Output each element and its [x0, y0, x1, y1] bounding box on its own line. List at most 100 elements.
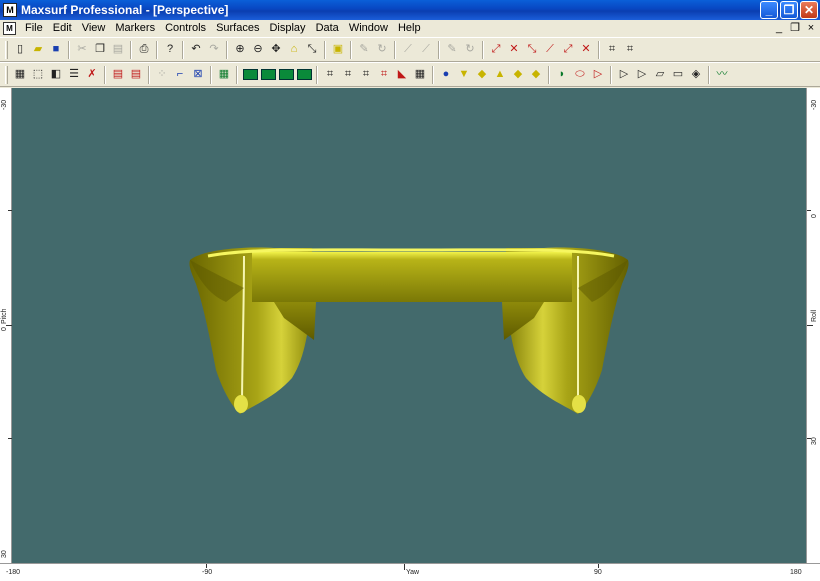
control-point-icon[interactable]: ⤡: [523, 41, 541, 59]
shape4-icon[interactable]: ▭: [669, 66, 687, 84]
light5-icon[interactable]: ◆: [527, 66, 545, 84]
print-icon[interactable]: ⎙: [135, 41, 153, 59]
pan-icon[interactable]: ✥: [267, 41, 285, 59]
menu-view[interactable]: View: [77, 20, 111, 37]
view-body-icon[interactable]: [241, 66, 259, 84]
home-view-icon[interactable]: ⌂: [285, 41, 303, 59]
menu-surfaces[interactable]: Surfaces: [211, 20, 264, 37]
menu-file[interactable]: File: [20, 20, 48, 37]
mdi-controls: _ ❐ ×: [774, 22, 816, 34]
wand-icon[interactable]: ⟋: [399, 41, 417, 59]
brush-icon[interactable]: ✎: [443, 41, 461, 59]
paste-icon[interactable]: ▤: [109, 41, 127, 59]
table-icon[interactable]: ▦: [215, 66, 233, 84]
app-icon[interactable]: M: [3, 3, 17, 17]
pitch-ruler[interactable]: -30 0 Pitch 30: [0, 88, 12, 563]
menu-window[interactable]: Window: [344, 20, 393, 37]
close-button[interactable]: ✕: [800, 1, 818, 19]
net-icon[interactable]: ⌗: [321, 66, 339, 84]
menu-controls[interactable]: Controls: [160, 20, 211, 37]
view-profile-swatch: [278, 69, 294, 80]
measure2-icon[interactable]: ⌗: [621, 41, 639, 59]
stations-icon[interactable]: ⌗: [375, 66, 393, 84]
curve-edit-icon[interactable]: ⌐: [171, 66, 189, 84]
pitch-axis-label: Pitch: [1, 308, 8, 324]
surface-box-icon[interactable]: ▦: [11, 66, 29, 84]
grid-x-icon[interactable]: ⊠: [189, 66, 207, 84]
roll-label-top: -30: [811, 99, 818, 110]
rotate-icon[interactable]: ↻: [373, 41, 391, 59]
roll-ruler[interactable]: -30 0 Roll 30: [806, 88, 820, 563]
view-plan-icon[interactable]: [259, 66, 277, 84]
menu-data[interactable]: Data: [311, 20, 344, 37]
shape1-icon[interactable]: ▷: [615, 66, 633, 84]
rotate2-icon[interactable]: ↻: [461, 41, 479, 59]
render-icon[interactable]: ●: [437, 66, 455, 84]
graph-icon[interactable]: ◣: [393, 66, 411, 84]
curve-tool-icon[interactable]: 〰: [713, 66, 731, 84]
help-icon[interactable]: ?: [161, 41, 179, 59]
menu-edit[interactable]: Edit: [48, 20, 77, 37]
shape2-icon[interactable]: ▷: [633, 66, 651, 84]
light4-icon[interactable]: ◆: [509, 66, 527, 84]
open-file-icon[interactable]: ▰: [29, 41, 47, 59]
hull3-icon[interactable]: ▷: [589, 66, 607, 84]
shrink-icon[interactable]: ⤡: [303, 41, 321, 59]
redo-icon[interactable]: ↷: [205, 41, 223, 59]
pitch-label-top: -30: [1, 99, 8, 110]
new-file-icon[interactable]: ▯: [11, 41, 29, 59]
yaw-ruler[interactable]: -180 -90 Yaw 90 180: [0, 563, 820, 581]
menu-markers[interactable]: Markers: [110, 20, 160, 37]
view-profile-icon[interactable]: [277, 66, 295, 84]
toolbar-grip[interactable]: [5, 65, 8, 84]
menu-display[interactable]: Display: [264, 20, 310, 37]
wand2-icon[interactable]: ⟋: [417, 41, 435, 59]
layers-icon[interactable]: ▤: [109, 66, 127, 84]
zoom-out-icon[interactable]: ⊖: [249, 41, 267, 59]
view-persp-swatch: [296, 69, 312, 80]
shape5-icon[interactable]: ◈: [687, 66, 705, 84]
surface-list-icon[interactable]: ☰: [65, 66, 83, 84]
menu-help[interactable]: Help: [393, 20, 426, 37]
perspective-viewport[interactable]: [12, 88, 806, 563]
layers2-icon[interactable]: ▤: [127, 66, 145, 84]
markers-icon[interactable]: ⌗: [339, 66, 357, 84]
measure-icon[interactable]: ⌗: [603, 41, 621, 59]
toolbar-grip[interactable]: [5, 40, 8, 59]
minimize-button[interactable]: _: [760, 1, 778, 19]
undo-icon[interactable]: ↶: [187, 41, 205, 59]
shape3-icon[interactable]: ▱: [651, 66, 669, 84]
hull-icon[interactable]: ◗: [553, 66, 571, 84]
view-persp-icon[interactable]: [295, 66, 313, 84]
select-surface-icon[interactable]: ▣: [329, 41, 347, 59]
mdi-close-button[interactable]: ×: [806, 22, 816, 34]
curve-icon[interactable]: ⤢: [559, 41, 577, 59]
pen-icon[interactable]: ✎: [355, 41, 373, 59]
bridge-deck: [252, 252, 572, 302]
light2-icon[interactable]: ◆: [473, 66, 491, 84]
contours-icon[interactable]: ⌗: [357, 66, 375, 84]
trim-icon[interactable]: ⬚: [29, 66, 47, 84]
spreadsheet-icon[interactable]: ▦: [411, 66, 429, 84]
shade-icon[interactable]: ◧: [47, 66, 65, 84]
light1-icon[interactable]: ▼: [455, 66, 473, 84]
cut-icon[interactable]: ✂: [73, 41, 91, 59]
marker-delete-icon[interactable]: ✕: [505, 41, 523, 59]
copy-icon[interactable]: ❐: [91, 41, 109, 59]
grid-dots-icon[interactable]: ⁘: [153, 66, 171, 84]
mdi-restore-button[interactable]: ❐: [790, 22, 800, 34]
delete-surface-icon[interactable]: ✗: [83, 66, 101, 84]
maximize-button[interactable]: ❐: [780, 1, 798, 19]
document-icon[interactable]: M: [3, 22, 16, 35]
move-point-icon[interactable]: ⟋: [541, 41, 559, 59]
save-icon[interactable]: ■: [47, 41, 65, 59]
title-bar: M Maxsurf Professional - [Perspective] _…: [0, 0, 820, 20]
mdi-minimize-button[interactable]: _: [774, 22, 784, 34]
port-keel-tip: [234, 395, 248, 413]
hull2-icon[interactable]: ⬭: [571, 66, 589, 84]
light3-icon[interactable]: ▲: [491, 66, 509, 84]
zoom-in-icon[interactable]: ⊕: [231, 41, 249, 59]
catamaran-hull-render[interactable]: [12, 88, 806, 563]
delete-point-icon[interactable]: ✕: [577, 41, 595, 59]
marker-add-icon[interactable]: ⤢: [487, 41, 505, 59]
